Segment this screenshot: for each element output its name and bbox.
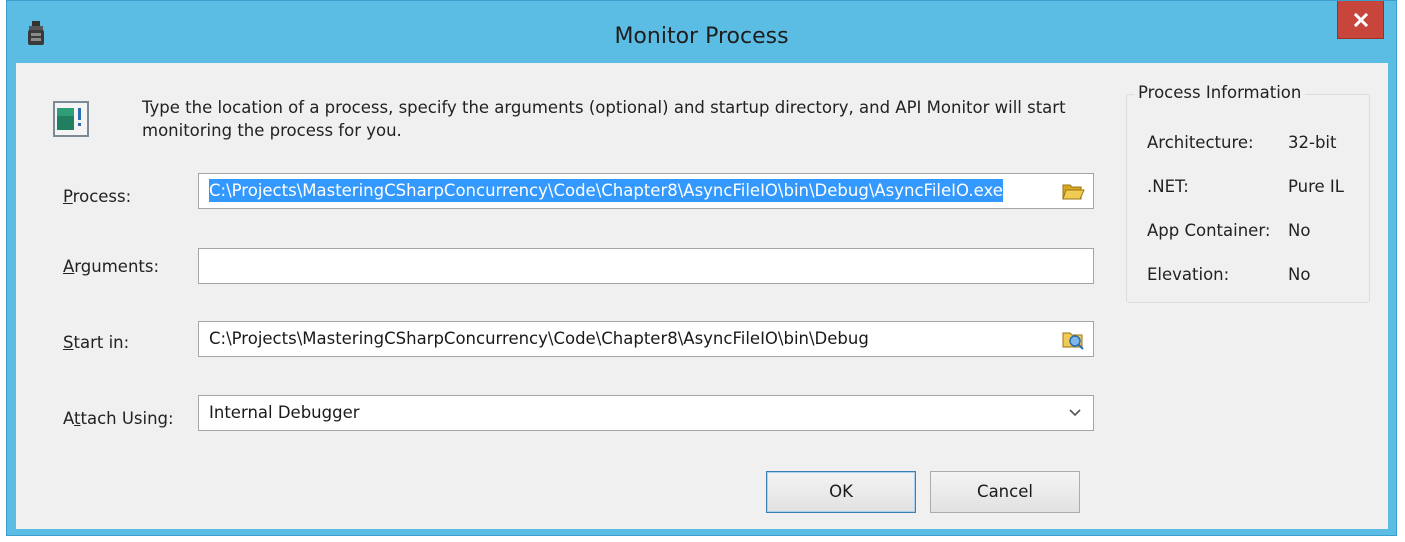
attach-using-label: Attach Using: xyxy=(63,409,174,428)
start-in-label: Start in: xyxy=(63,333,130,352)
title-bar[interactable]: Monitor Process xyxy=(7,1,1396,63)
dotnet-label: .NET: xyxy=(1147,177,1189,196)
window-title: Monitor Process xyxy=(614,24,789,49)
start-in-input[interactable]: C:\Projects\MasteringCSharpConcurrency\C… xyxy=(198,321,1094,357)
arguments-input[interactable] xyxy=(198,248,1094,284)
browse-folder-icon[interactable] xyxy=(1061,327,1085,351)
architecture-label: Architecture: xyxy=(1147,133,1254,152)
process-label: Process: xyxy=(63,187,132,206)
process-path-value: C:\Projects\MasteringCSharpConcurrency\C… xyxy=(209,179,1003,202)
dotnet-value: Pure IL xyxy=(1288,177,1344,196)
process-info-icon xyxy=(53,101,89,137)
close-icon xyxy=(1353,12,1368,27)
start-in-value: C:\Projects\MasteringCSharpConcurrency\C… xyxy=(209,329,869,348)
arguments-label: Arguments: xyxy=(63,257,160,276)
elevation-label: Elevation: xyxy=(1147,265,1230,284)
chevron-down-icon[interactable] xyxy=(1065,403,1085,423)
app-container-value: No xyxy=(1288,221,1311,240)
elevation-value: No xyxy=(1288,265,1311,284)
intro-text: Type the location of a process, specify … xyxy=(142,98,1066,140)
process-info-title: Process Information xyxy=(1134,83,1306,102)
attach-using-select[interactable]: Internal Debugger xyxy=(198,395,1094,431)
app-container-label: App Container: xyxy=(1147,221,1271,240)
close-button[interactable] xyxy=(1337,1,1384,39)
cancel-button[interactable]: Cancel xyxy=(930,471,1080,513)
dialog-body: Type the location of a process, specify … xyxy=(16,63,1388,529)
attach-using-value: Internal Debugger xyxy=(209,403,360,422)
monitor-process-dialog: Monitor Process Type the location of a p… xyxy=(6,0,1397,536)
architecture-value: 32-bit xyxy=(1288,133,1337,152)
process-path-input[interactable]: C:\Projects\MasteringCSharpConcurrency\C… xyxy=(198,173,1094,209)
folder-open-icon[interactable] xyxy=(1061,179,1085,203)
ok-button[interactable]: OK xyxy=(766,471,916,513)
